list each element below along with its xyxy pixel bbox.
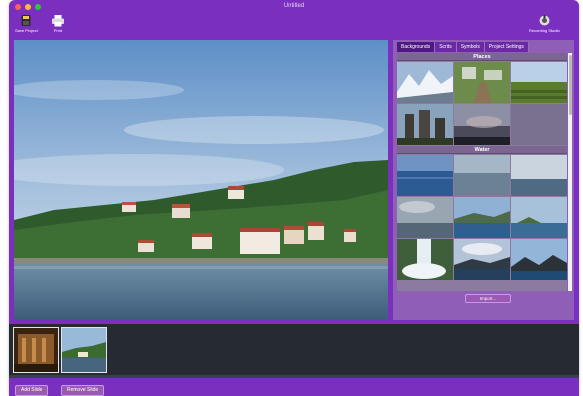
background-thumb-mountain-lake[interactable] [511, 239, 567, 280]
slide-image [62, 328, 106, 372]
thumb-image [511, 197, 567, 238]
places-grid [397, 61, 567, 145]
thumb-image [454, 197, 510, 238]
background-library: Places Water [397, 53, 567, 291]
thumb-image [397, 197, 453, 238]
print-label: Print [53, 28, 63, 33]
thumb-image [454, 239, 510, 280]
background-thumb-calm-sea[interactable] [454, 155, 510, 196]
app-window: Untitled Save Project Print Recording St… [9, 0, 579, 396]
tab-backgrounds[interactable]: Backgrounds [397, 42, 436, 52]
water-section-header: Water [397, 146, 567, 154]
slide-preview[interactable] [14, 40, 388, 320]
background-thumb-castle-towers[interactable] [397, 104, 453, 145]
places-section-header: Places [397, 53, 567, 61]
thumb-image [397, 104, 453, 145]
preview-image [14, 40, 388, 320]
library-scrollbar-thumb[interactable] [568, 55, 572, 115]
save-project-icon [21, 15, 31, 26]
thumb-image [397, 239, 453, 280]
add-slide-button[interactable]: Add Slide [15, 385, 49, 396]
slide-thumb-coastal-village[interactable] [61, 327, 107, 373]
save-project-label: Save Project [15, 28, 38, 33]
print-button[interactable]: Print [51, 14, 65, 33]
remove-slide-button[interactable]: Remove Slide [61, 385, 105, 396]
recording-studio-button[interactable]: Recording Studio [529, 14, 560, 33]
background-thumb-cloudy-sea[interactable] [397, 197, 453, 238]
save-project-button[interactable]: Save Project [15, 14, 38, 33]
thumb-image [454, 155, 510, 196]
background-thumb-vineyard-field[interactable] [511, 62, 567, 103]
library-scrollbar[interactable] [568, 53, 572, 291]
thumb-image [511, 239, 567, 280]
thumb-image [397, 62, 453, 103]
slide-filmstrip [9, 324, 579, 378]
thumb-image [454, 62, 510, 103]
thumb-image [454, 104, 510, 145]
media-library-panel: Backgrounds Scrits Symbols Project Setti… [393, 40, 574, 320]
slide-image [14, 328, 58, 372]
background-thumb-snowy-mountains[interactable] [397, 62, 453, 103]
background-thumb-dusk-sky[interactable] [454, 104, 510, 145]
thumb-image [511, 62, 567, 103]
bottom-bar: Add Slide Remove Slide [9, 378, 579, 396]
background-thumb-garden-path[interactable] [454, 62, 510, 103]
library-tabs: Backgrounds Scrits Symbols Project Setti… [397, 42, 529, 52]
tab-symbols[interactable]: Symbols [456, 42, 485, 52]
background-thumb-waterfall[interactable] [397, 239, 453, 280]
import-button[interactable]: Import... [465, 294, 511, 303]
toolbar: Save Project Print Recording Studio [9, 14, 579, 40]
background-thumb-coastal-sunset[interactable] [454, 239, 510, 280]
thumb-image [397, 155, 453, 196]
recording-studio-label: Recording Studio [529, 28, 560, 33]
background-thumb-blue-sea[interactable] [397, 155, 453, 196]
printer-icon [52, 15, 64, 27]
tab-project-settings[interactable]: Project Settings [484, 42, 529, 52]
water-grid [397, 154, 567, 280]
slide-thumb-interior-scene[interactable] [13, 327, 59, 373]
window-title: Untitled [283, 3, 305, 9]
background-thumb-island-sea[interactable] [511, 197, 567, 238]
tab-scrits[interactable]: Scrits [435, 42, 457, 52]
empty-thumb-slot [511, 104, 567, 145]
title-bar: Untitled [9, 0, 579, 14]
recording-studio-icon [539, 15, 550, 26]
background-thumb-ocean-bay[interactable] [454, 197, 510, 238]
thumb-image [511, 155, 567, 196]
background-thumb-sea-horizon[interactable] [511, 155, 567, 196]
